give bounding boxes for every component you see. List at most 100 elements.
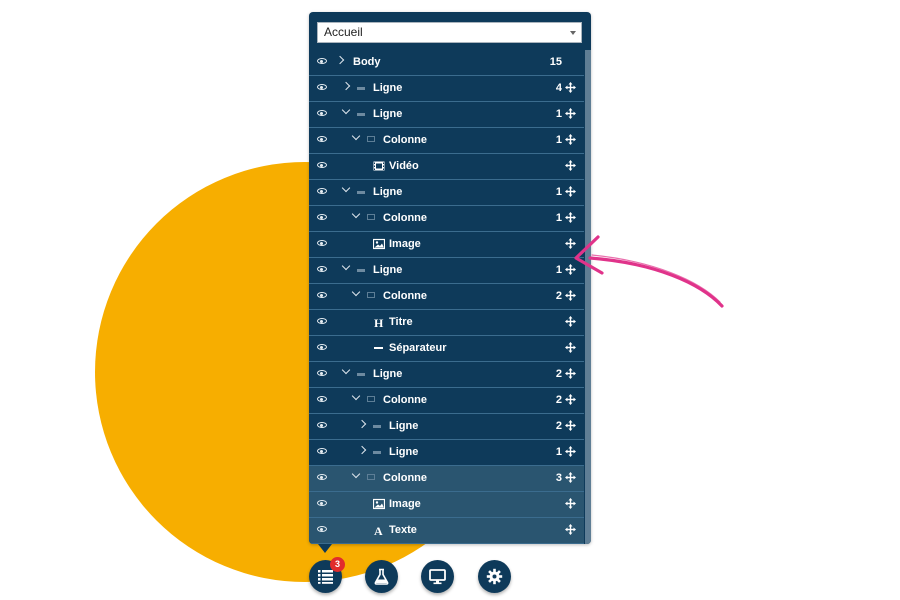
tree-row-title[interactable]: H Titre <box>309 310 584 336</box>
eye-icon[interactable] <box>317 266 327 272</box>
row-icon <box>357 373 365 376</box>
tree-row-label: Colonne <box>383 290 427 302</box>
separator-icon <box>373 342 385 354</box>
tree-row-image[interactable]: Image <box>309 232 584 258</box>
eye-icon[interactable] <box>317 292 327 298</box>
panel-pointer <box>318 544 332 553</box>
chevron-down-icon[interactable] <box>341 183 351 193</box>
page-select[interactable]: Accueil <box>317 22 582 43</box>
chevron-right-icon[interactable] <box>341 81 351 91</box>
move-handle-icon[interactable] <box>565 342 576 353</box>
tree-row-label: Vidéo <box>389 160 419 172</box>
chevron-down-icon[interactable] <box>341 365 351 375</box>
tree-row-row[interactable]: Ligne 1 <box>309 440 584 466</box>
chevron-right-icon[interactable] <box>357 445 367 455</box>
eye-icon[interactable] <box>317 136 327 142</box>
child-count: 3 <box>555 472 562 484</box>
column-icon <box>367 396 375 402</box>
chevron-down-icon[interactable] <box>351 391 361 401</box>
eye-icon[interactable] <box>317 318 327 324</box>
eye-icon[interactable] <box>317 110 327 116</box>
move-handle-icon[interactable] <box>565 498 576 509</box>
move-handle-icon[interactable] <box>565 420 576 431</box>
move-handle-icon[interactable] <box>565 368 576 379</box>
film-icon <box>373 160 385 172</box>
tree-row-label: Titre <box>389 316 413 328</box>
eye-icon[interactable] <box>317 58 327 64</box>
tree-row-label: Texte <box>389 524 417 536</box>
chevron-down-icon[interactable] <box>351 209 361 219</box>
preview-button[interactable] <box>421 560 454 593</box>
chevron-right-icon[interactable] <box>357 419 367 429</box>
eye-icon[interactable] <box>317 214 327 220</box>
move-handle-icon[interactable] <box>565 186 576 197</box>
eye-icon[interactable] <box>317 240 327 246</box>
tree-row-body[interactable]: Body 15 <box>309 50 584 76</box>
chevron-down-icon[interactable] <box>351 287 361 297</box>
tree-row-column[interactable]: Colonne 1 <box>309 206 584 232</box>
image-icon <box>372 238 386 250</box>
heading-icon: H <box>373 316 385 330</box>
eye-icon[interactable] <box>317 344 327 350</box>
chevron-down-icon[interactable] <box>341 261 351 271</box>
tree-row-label: Séparateur <box>389 342 447 354</box>
list-icon <box>318 570 333 584</box>
child-count: 2 <box>555 368 562 380</box>
tree-row-row[interactable]: Ligne 1 <box>309 180 584 206</box>
eye-icon[interactable] <box>317 500 327 506</box>
experiment-button[interactable] <box>365 560 398 593</box>
tree-row-column[interactable]: Colonne 3 <box>309 466 584 492</box>
monitor-icon <box>429 569 446 585</box>
move-handle-icon[interactable] <box>565 134 576 145</box>
row-icon <box>357 269 365 272</box>
move-handle-icon[interactable] <box>565 524 576 535</box>
move-handle-icon[interactable] <box>565 394 576 405</box>
column-icon <box>367 292 375 298</box>
tree-row-column[interactable]: Colonne 2 <box>309 388 584 414</box>
eye-icon[interactable] <box>317 162 327 168</box>
tree-row-text[interactable]: A Texte <box>309 518 584 544</box>
eye-icon[interactable] <box>317 448 327 454</box>
eye-icon[interactable] <box>317 422 327 428</box>
move-handle-icon[interactable] <box>565 446 576 457</box>
tree-row-row[interactable]: Ligne 2 <box>309 414 584 440</box>
tree-row-label: Ligne <box>373 82 403 94</box>
child-count: 4 <box>555 82 562 94</box>
tree-row-image[interactable]: Image <box>309 492 584 518</box>
tree-row-label: Colonne <box>383 212 427 224</box>
move-handle-icon[interactable] <box>565 212 576 223</box>
child-count: 1 <box>555 186 562 198</box>
column-icon <box>367 214 375 220</box>
eye-icon[interactable] <box>317 526 327 532</box>
eye-icon[interactable] <box>317 474 327 480</box>
tree-row-column[interactable]: Colonne 1 <box>309 128 584 154</box>
navigator-panel: Accueil Body 15 Ligne 4 Ligne 1 Colonne 1 Vidéo L… <box>309 12 591 544</box>
settings-button[interactable] <box>478 560 511 593</box>
row-icon <box>357 191 365 194</box>
tree-row-video[interactable]: Vidéo <box>309 154 584 180</box>
move-handle-icon[interactable] <box>565 160 576 171</box>
tree-row-separator[interactable]: Séparateur <box>309 336 584 362</box>
tree-row-row[interactable]: Ligne 4 <box>309 76 584 102</box>
eye-icon[interactable] <box>317 84 327 90</box>
move-handle-icon[interactable] <box>565 108 576 119</box>
child-count: 1 <box>555 212 562 224</box>
notification-badge: 3 <box>330 557 345 572</box>
tree-row-row[interactable]: Ligne 2 <box>309 362 584 388</box>
chevron-right-icon[interactable] <box>335 55 345 65</box>
move-handle-icon[interactable] <box>565 472 576 483</box>
move-handle-icon[interactable] <box>565 82 576 93</box>
image-icon <box>372 498 386 510</box>
tree-row-label: Ligne <box>373 264 403 276</box>
tree-row-row[interactable]: Ligne 1 <box>309 258 584 284</box>
chevron-down-icon[interactable] <box>351 469 361 479</box>
eye-icon[interactable] <box>317 396 327 402</box>
eye-icon[interactable] <box>317 188 327 194</box>
tree-row-column[interactable]: Colonne 2 <box>309 284 584 310</box>
tree-row-row[interactable]: Ligne 1 <box>309 102 584 128</box>
chevron-down-icon <box>570 31 576 35</box>
eye-icon[interactable] <box>317 370 327 376</box>
chevron-down-icon[interactable] <box>341 105 351 115</box>
text-icon: A <box>373 524 385 538</box>
chevron-down-icon[interactable] <box>351 131 361 141</box>
